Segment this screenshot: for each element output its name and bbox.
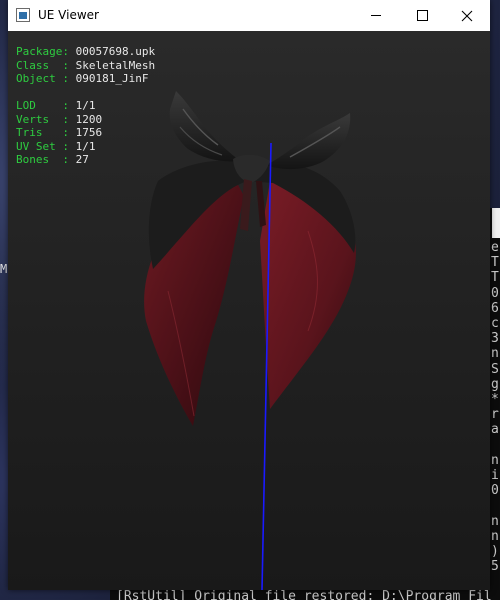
console-line: c — [491, 316, 499, 332]
minimize-button[interactable] — [353, 0, 399, 31]
console-line: n — [491, 513, 499, 529]
collar-wing-right — [266, 113, 351, 170]
console-line: * — [491, 392, 499, 408]
ue-viewer-window: UE Viewer Package: 00057698.upk Class: … — [8, 0, 490, 590]
console-log-line: [RstUtil] Original file restored: D:\Pro… — [110, 590, 500, 600]
console-line: n — [491, 346, 499, 362]
console-line: 5 — [491, 559, 499, 575]
close-button[interactable] — [444, 0, 490, 31]
console-line: S — [491, 361, 499, 377]
console-line: n — [491, 528, 499, 544]
console-line: ) — [491, 544, 499, 560]
info-row-object: Object : 090181_JinF — [16, 72, 149, 85]
background-window-text: M — [0, 262, 8, 276]
console-line: n — [491, 452, 499, 468]
stat-row-tris: Tris : 1756 — [16, 126, 103, 139]
console-line: 0 — [491, 483, 499, 499]
console-line: a — [491, 422, 499, 438]
maximize-icon — [416, 10, 428, 21]
info-row-class: Class : SkeletalMesh — [16, 58, 156, 72]
mesh-info-overlay: Package: 00057698.upk Class : SkeletalMe… — [16, 45, 155, 167]
console-scrollbar[interactable] — [492, 208, 500, 238]
console-line: T — [491, 270, 499, 286]
console-line: g — [491, 376, 499, 392]
collar-wing-left — [169, 91, 240, 162]
title-bar[interactable]: UE Viewer — [8, 0, 490, 31]
console-line: T — [491, 255, 499, 271]
stat-row-verts: Verts : 1200 — [16, 112, 103, 126]
console-line: r — [491, 407, 499, 423]
console-line: 0 — [491, 285, 499, 301]
console-line: 3 — [491, 331, 499, 347]
close-icon — [461, 10, 473, 21]
3d-viewport[interactable]: Package: 00057698.upk Class : SkeletalMe… — [8, 31, 490, 590]
stat-row-bones: Bones : 27 — [16, 153, 89, 166]
console-text: e T T 0 6 c 3 n Sg * r a ni0 n n) 5 — [491, 240, 500, 574]
window-title: UE Viewer — [38, 8, 99, 22]
minimize-icon — [371, 15, 381, 16]
console-line: i — [491, 468, 499, 484]
stat-row-uvset: UV Set : 1/1 — [16, 139, 96, 153]
console-window: e T T 0 6 c 3 n Sg * r a ni0 n n) 5 — [489, 208, 500, 600]
console-log-text: [RstUtil] Original file restored: D:\Pro… — [116, 590, 492, 600]
maximize-button[interactable] — [399, 0, 445, 31]
console-line: 6 — [491, 300, 499, 316]
ribbon-right — [256, 181, 266, 227]
info-row-package: Package: 00057698.upk — [16, 45, 156, 58]
app-window-icon — [16, 8, 30, 22]
stat-row-lod: LOD : 1/1 — [16, 99, 96, 112]
console-line: e — [491, 240, 499, 255]
